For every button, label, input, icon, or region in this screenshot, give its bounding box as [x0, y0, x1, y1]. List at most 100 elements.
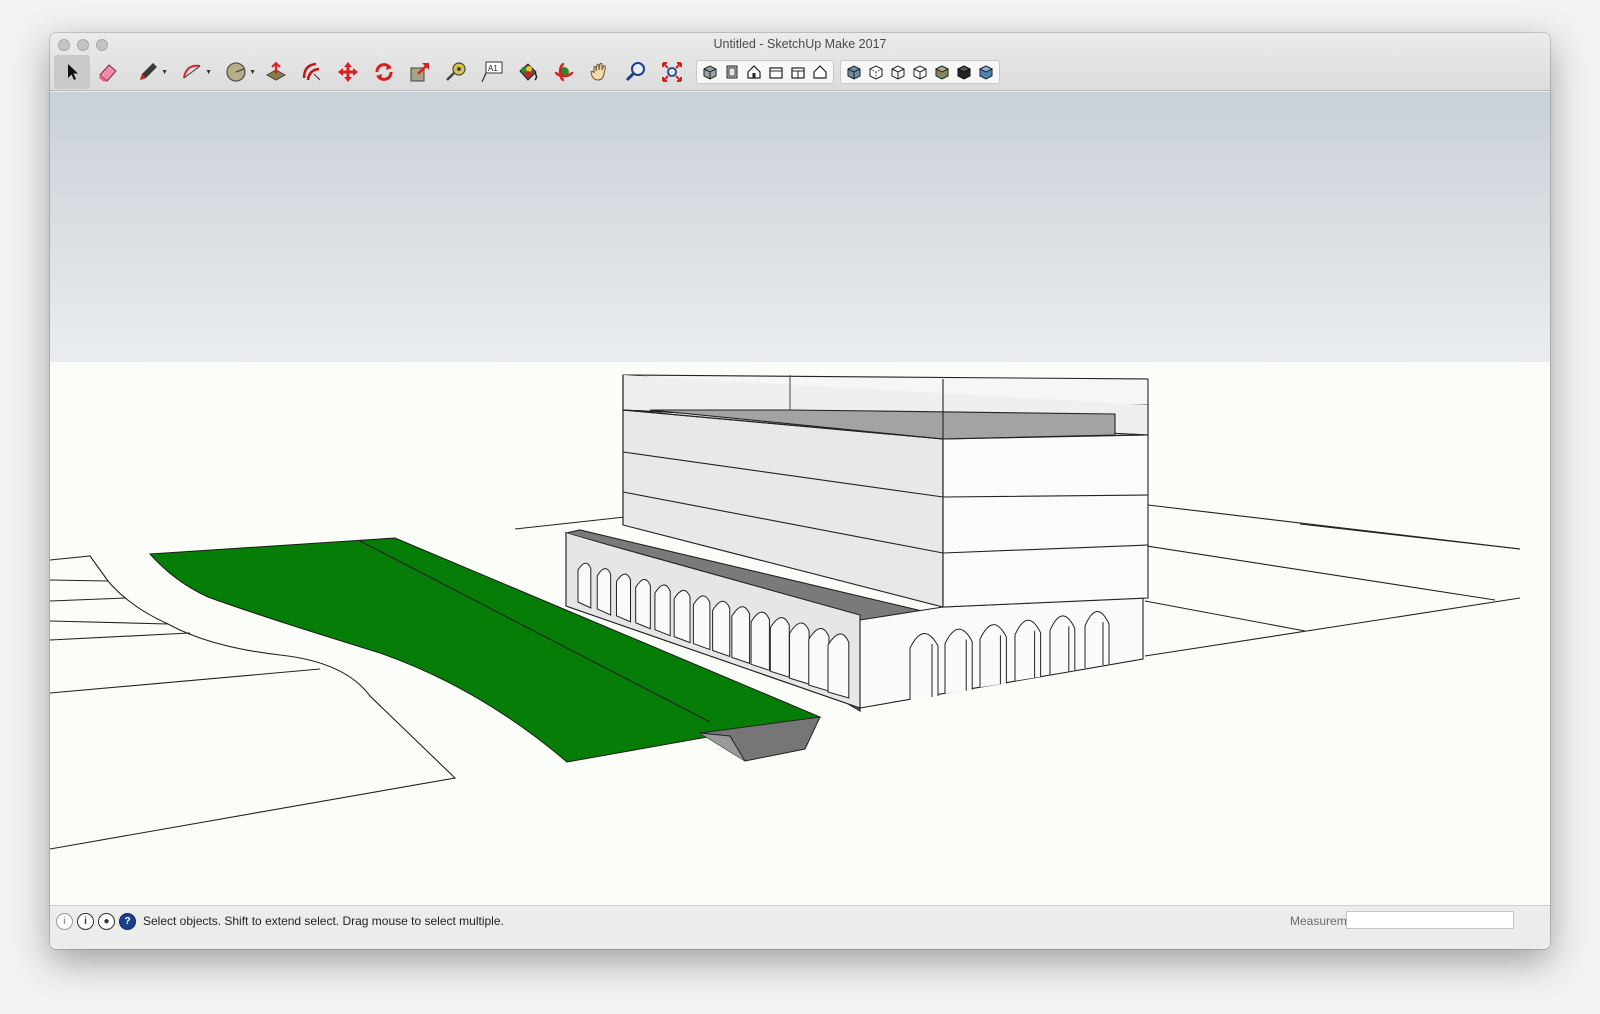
text-tool[interactable]: A1 — [474, 55, 510, 89]
arch-opening — [615, 573, 631, 623]
user-account-icon[interactable]: ● — [98, 913, 115, 930]
eraser-tool[interactable] — [90, 55, 126, 89]
eraser-icon — [99, 64, 117, 82]
top-view-button[interactable] — [721, 61, 743, 83]
arc-tool[interactable]: ▼ — [170, 55, 214, 89]
shapes-tool[interactable]: ▼ — [214, 55, 258, 89]
orbit-tool[interactable] — [546, 55, 582, 89]
move-tool[interactable] — [330, 55, 366, 89]
offset-tool[interactable] — [294, 55, 330, 89]
top-view-icon — [726, 65, 738, 79]
arch-opening — [654, 584, 671, 637]
shaded-style-button[interactable] — [931, 61, 953, 83]
front-view-button[interactable] — [743, 61, 765, 83]
shaded-textures-style-icon — [956, 65, 972, 80]
arch-opening — [712, 600, 731, 658]
left-view-icon — [813, 65, 827, 79]
zoom-extents-icon — [662, 62, 682, 82]
xray-style-icon — [847, 65, 861, 80]
app-window: Untitled - SketchUp Make 2017 ▼ ▼ ▼ A1 i… — [50, 33, 1550, 949]
credits-icon[interactable]: i — [77, 913, 94, 930]
monochrome-style-button[interactable] — [975, 61, 997, 83]
select-tool[interactable] — [54, 55, 90, 89]
arc-icon — [183, 64, 201, 79]
tape-measure-tool[interactable] — [438, 55, 474, 89]
pan-tool[interactable] — [582, 55, 618, 89]
right-view-button[interactable] — [765, 61, 787, 83]
zoom-extents-tool[interactable] — [654, 55, 690, 89]
back-view-button[interactable] — [787, 61, 809, 83]
styles-toolbar — [840, 60, 1000, 84]
arch-opening — [944, 628, 973, 694]
iso-view-icon — [703, 65, 717, 80]
rotate-tool[interactable] — [366, 55, 402, 89]
chevron-down-icon: ▼ — [161, 69, 168, 76]
chevron-down-icon: ▼ — [249, 69, 256, 76]
right-view-icon — [769, 67, 783, 79]
window-title: Untitled - SketchUp Make 2017 — [713, 37, 887, 51]
svg-text:A1: A1 — [488, 64, 498, 73]
offset-icon — [302, 62, 321, 81]
arch-opening — [1014, 619, 1042, 681]
arch-opening — [827, 633, 850, 699]
views-toolbar — [696, 60, 834, 84]
chevron-down-icon: ▼ — [205, 69, 212, 76]
arch-opening — [979, 624, 1007, 688]
back-edges-style-icon — [869, 65, 883, 80]
push-pull-tool[interactable] — [258, 55, 294, 89]
wireframe-style-icon — [891, 65, 905, 80]
text-icon: A1 — [481, 61, 503, 83]
scale-icon — [410, 63, 429, 82]
arch-opening — [750, 611, 770, 671]
arch-opening — [1049, 615, 1076, 675]
zoom-tool[interactable] — [618, 55, 654, 89]
model-scene[interactable] — [50, 92, 1550, 905]
push-pull-icon — [265, 61, 287, 81]
arch-opening — [673, 589, 691, 644]
arrow-cursor-icon — [68, 64, 78, 80]
help-icon[interactable]: ? — [119, 913, 136, 930]
monochrome-style-icon — [978, 65, 994, 80]
arch-opening — [577, 562, 592, 609]
back-view-icon — [791, 67, 805, 79]
hand-icon — [590, 62, 607, 81]
arch-opening — [1084, 611, 1110, 668]
tape-measure-icon — [446, 62, 466, 81]
status-message: Select objects. Shift to extend select. … — [143, 914, 504, 928]
magnifier-icon — [625, 62, 645, 82]
rotate-icon — [375, 63, 393, 81]
measurements-input[interactable] — [1346, 911, 1514, 929]
move-icon — [338, 62, 358, 82]
arch-opening — [635, 579, 651, 630]
orbit-icon — [554, 62, 574, 82]
paint-bucket-tool[interactable] — [510, 55, 546, 89]
geolocation-icon[interactable]: i — [56, 913, 73, 930]
xray-style-button[interactable] — [843, 61, 865, 83]
model-viewport[interactable] — [50, 92, 1550, 905]
iso-view-button[interactable] — [699, 61, 721, 83]
arch-opening — [731, 606, 751, 665]
pencil-tool[interactable]: ▼ — [126, 55, 170, 89]
circle-icon — [226, 62, 246, 82]
paint-bucket-icon — [519, 63, 538, 81]
front-view-icon — [747, 65, 761, 79]
status-bar: i i ● ? Select objects. Shift to extend … — [50, 905, 1550, 949]
shaded-textures-style-button[interactable] — [953, 61, 975, 83]
arch-opening — [789, 622, 810, 685]
arch-opening — [596, 568, 612, 616]
arch-opening — [808, 628, 830, 692]
status-icons: i i ● ? — [56, 913, 136, 930]
arch-opening — [909, 633, 939, 700]
titlebar: Untitled - SketchUp Make 2017 ▼ ▼ ▼ A1 — [50, 33, 1550, 91]
arch-opening — [769, 617, 790, 678]
back-edges-style-button[interactable] — [865, 61, 887, 83]
main-toolbar: ▼ ▼ ▼ A1 — [54, 55, 1000, 89]
arch-opening — [692, 595, 711, 651]
shaded-style-icon — [934, 65, 950, 80]
pencil-icon — [140, 63, 157, 80]
hidden-line-style-button[interactable] — [909, 61, 931, 83]
hidden-line-style-icon — [913, 65, 927, 80]
wireframe-style-button[interactable] — [887, 61, 909, 83]
left-view-button[interactable] — [809, 61, 831, 83]
scale-tool[interactable] — [402, 55, 438, 89]
